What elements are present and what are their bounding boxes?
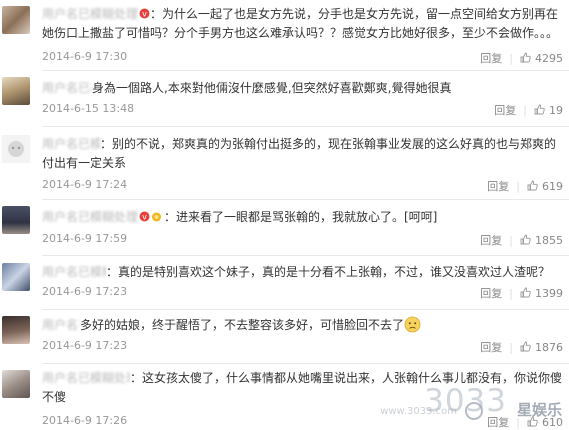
comment-time: 2014-6-9 17:23: [42, 285, 128, 298]
thumbs-up-icon: [520, 287, 531, 298]
like-button[interactable]: 19: [534, 104, 563, 117]
like-button[interactable]: 1876: [520, 341, 563, 354]
username-link[interactable]: 用户名已模糊处理: [42, 79, 92, 98]
comment-body: 用户名已模糊处理多好的姑娘，终于醒悟了，不去整容该多好，可惜脸回不去了: [42, 316, 563, 335]
watermark-logo-icon: [465, 402, 483, 420]
reply-button[interactable]: 回复: [480, 285, 502, 301]
reply-button[interactable]: 回复: [487, 178, 509, 194]
action-separator: |: [509, 52, 513, 65]
comment-time: 2014-6-15 13:48: [42, 102, 135, 115]
comment-item: 用户名已模糊处理：别的不说，郑爽真的为张翰付出挺多的，现在张翰事业发展的这么好真…: [0, 127, 569, 200]
like-count: 4295: [535, 52, 563, 65]
action-separator: |: [509, 287, 513, 300]
comment-actions: 回复 | 1855: [480, 232, 563, 248]
comment-body: 用户名已模糊处理：真的是特别喜欢这个妹子，真的是十分看不上张翰，不过，谁又没喜欢…: [42, 263, 563, 282]
comment-meta: 2014-6-9 17:24 回复 | 619: [42, 178, 563, 196]
avatar[interactable]: [2, 6, 30, 34]
comment-time: 2014-6-9 17:59: [42, 232, 128, 245]
reply-button[interactable]: 回复: [480, 50, 502, 66]
like-count: 1876: [535, 341, 563, 354]
svg-text:v: v: [142, 213, 147, 222]
comment-body: 用户名已模糊处理 v ：进来看了一眼都是骂张翰的，我就放心了。[呵呵]: [42, 208, 563, 227]
username-link[interactable]: 用户名已模糊处理: [42, 316, 80, 335]
comment-meta: 2014-6-9 17:23 回复 | 1876: [42, 339, 563, 357]
sad-face-icon: [404, 316, 421, 333]
vip-badge-icon: v: [139, 8, 150, 19]
like-count: 1855: [535, 234, 563, 247]
comment-actions: 回复 | 4295: [480, 50, 563, 66]
avatar[interactable]: [2, 316, 30, 344]
comment-body: 用户名已模糊处理 v ：为什么一起了也是女方先说，分手也是女方先说，留一点空间给女方…: [42, 5, 563, 43]
comment-time: 2014-6-9 17:30: [42, 50, 128, 63]
comment-body: 用户名已模糊处理：别的不说，郑爽真的为张翰付出挺多的，现在张翰事业发展的这么好真…: [42, 135, 563, 173]
thumbs-up-icon: [520, 52, 531, 63]
comment-actions: 回复 | 619: [487, 178, 563, 194]
comment-meta: 2014-6-9 17:23 回复 | 1399: [42, 285, 563, 303]
reply-button[interactable]: 回复: [480, 232, 502, 248]
svg-text:v: v: [142, 10, 147, 19]
comment-actions: 回复 | 1876: [480, 339, 563, 355]
avatar[interactable]: [2, 77, 30, 105]
thumbs-up-icon: [520, 341, 531, 352]
thumbs-up-icon: [534, 104, 545, 115]
comment-item: 用户名已模糊处理多好的姑娘，终于醒悟了，不去整容该多好，可惜脸回不去了 2014…: [0, 310, 569, 364]
comment-item: 用户名已模糊处理：真的是特别喜欢这个妹子，真的是十分看不上张翰，不过，谁又没喜欢…: [0, 256, 569, 310]
like-button[interactable]: 1399: [520, 287, 563, 300]
comment-meta: 2014-6-9 17:59 回复 | 1855: [42, 232, 563, 250]
action-separator: |: [516, 180, 520, 193]
thumbs-up-icon: [520, 234, 531, 245]
reply-button[interactable]: 回复: [480, 339, 502, 355]
action-separator: |: [509, 234, 513, 247]
action-separator: |: [523, 104, 527, 117]
avatar[interactable]: [2, 206, 30, 234]
comment-time: 2014-6-9 17:24: [42, 178, 128, 191]
comment-text: 身為一個路人,本來對他倆沒什麼感覺,但突然好喜歡鄭爽,覺得她很真: [92, 81, 452, 95]
username-link[interactable]: 用户名已模糊处理: [42, 263, 106, 282]
comment-actions: 回复 | 19: [494, 102, 563, 118]
comment-text: 多好的姑娘，终于醒悟了，不去整容该多好，可惜脸回不去了: [80, 318, 405, 332]
like-button[interactable]: 4295: [520, 52, 563, 65]
username-link[interactable]: 用户名已模糊处理: [42, 369, 130, 388]
default-avatar-icon: [8, 141, 24, 157]
like-count: 1399: [535, 287, 563, 300]
comment-meta: 2014-6-9 17:30 回复 | 4295: [42, 50, 563, 68]
comment-text: ：进来看了一眼都是骂张翰的，我就放心了。[呵呵]: [164, 210, 438, 224]
like-count: 619: [542, 180, 563, 193]
vip-badge-icon: v: [139, 211, 150, 222]
avatar[interactable]: [2, 263, 30, 291]
like-button[interactable]: 619: [527, 180, 563, 193]
watermark-badge: 星娱乐: [516, 401, 562, 419]
comment-item: 用户名已模糊处理 v ：进来看了一眼都是骂张翰的，我就放心了。[呵呵] 2014-6…: [0, 200, 569, 256]
username-link[interactable]: 用户名已模糊处理: [42, 208, 138, 227]
thumbs-up-icon: [527, 180, 538, 191]
username-link[interactable]: 用户名已模糊处理: [42, 7, 138, 21]
comment-actions: 回复 | 1399: [480, 285, 563, 301]
reply-button[interactable]: 回复: [494, 102, 516, 118]
comment-item: 用户名已模糊处理 v ：为什么一起了也是女方先说，分手也是女方先说，留一点空间给女方…: [0, 0, 569, 71]
comment-body: 用户名已模糊处理身為一個路人,本來對他倆沒什麼感覺,但突然好喜歡鄭爽,覺得她很真: [42, 79, 563, 98]
username-link[interactable]: 用户名已模糊处理: [42, 135, 100, 154]
avatar[interactable]: [2, 135, 30, 163]
comment-item: 用户名已模糊处理身為一個路人,本來對他倆沒什麼感覺,但突然好喜歡鄭爽,覺得她很真…: [0, 71, 569, 127]
action-separator: |: [509, 341, 513, 354]
watermark-url: www.3033.com: [380, 406, 457, 417]
comment-time: 2014-6-9 17:23: [42, 339, 128, 352]
avatar[interactable]: [2, 370, 30, 398]
comment-meta: 2014-6-15 13:48 回复 | 19: [42, 102, 563, 120]
comment-time: 2014-6-9 17:26: [42, 414, 128, 427]
comment-text: ：别的不说，郑爽真的为张翰付出挺多的，现在张翰事业发展的这么好真的也与郑爽的付出…: [42, 137, 557, 170]
like-count: 19: [549, 104, 563, 117]
like-button[interactable]: 1855: [520, 234, 563, 247]
comment-text: ：真的是特别喜欢这个妹子，真的是十分看不上张翰，不过，谁又没喜欢过人渣呢？: [106, 265, 551, 279]
medal-icon: [152, 212, 161, 222]
